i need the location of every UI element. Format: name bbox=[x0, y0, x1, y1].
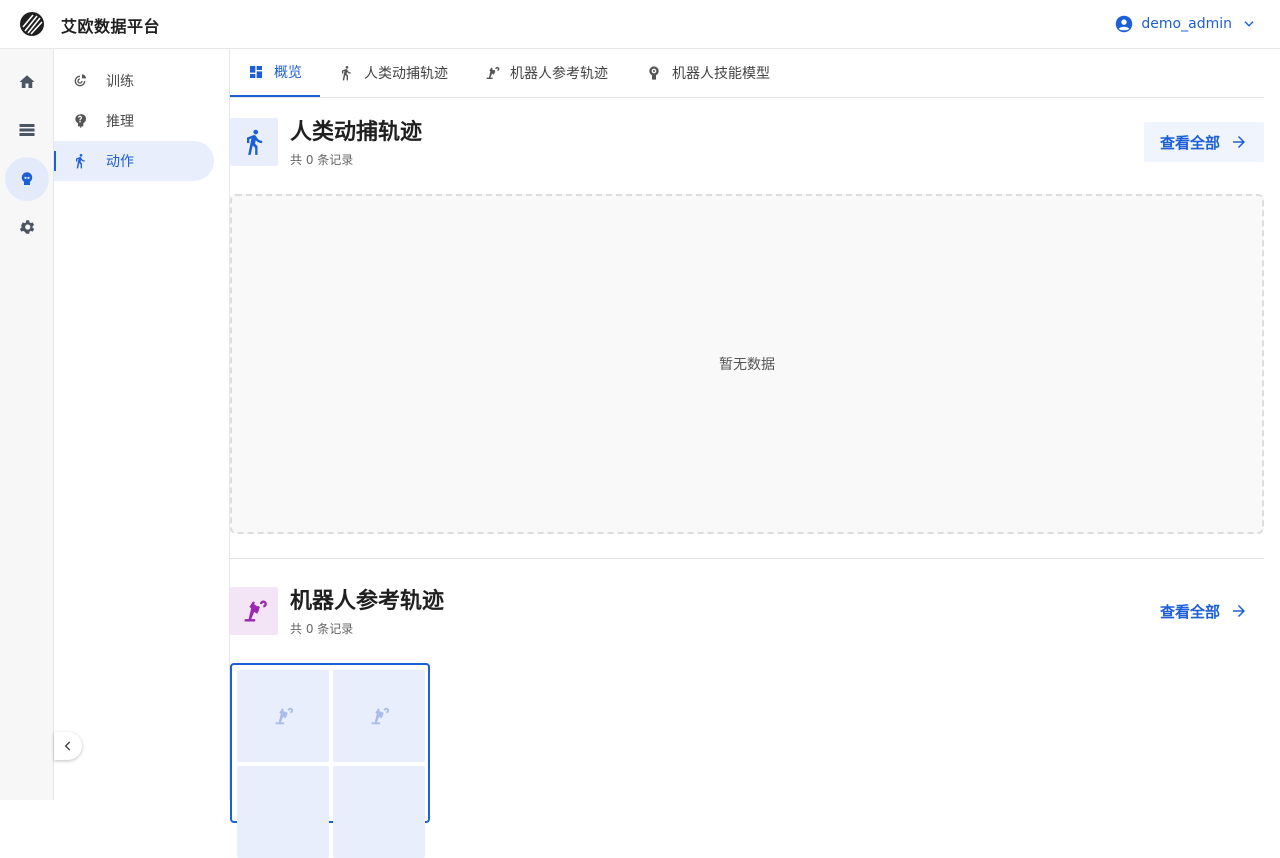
chevron-left-icon bbox=[64, 741, 71, 751]
tab-label: 机器人参考轨迹 bbox=[510, 66, 608, 82]
sub-item-inference[interactable]: 推理 bbox=[54, 101, 214, 141]
home-icon bbox=[19, 75, 35, 88]
top-bar: 艾欧数据平台 demo_admin bbox=[0, 0, 1280, 49]
sub-item-motion[interactable]: 动作 bbox=[54, 141, 214, 181]
tab-label: 概览 bbox=[274, 65, 302, 81]
robot-arm-icon bbox=[371, 707, 390, 725]
running-person-icon bbox=[342, 66, 351, 81]
view-all-button[interactable]: 查看全部 bbox=[1144, 591, 1264, 631]
tab-human-mocap[interactable]: 人类动捕轨迹 bbox=[320, 49, 466, 97]
card-thumbnail bbox=[237, 766, 329, 858]
tab-label: 人类动捕轨迹 bbox=[364, 66, 448, 82]
section-title: 人类动捕轨迹 bbox=[290, 120, 423, 145]
card-thumbnail bbox=[333, 670, 425, 762]
robot-arm-icon bbox=[486, 67, 500, 79]
sub-item-label: 动作 bbox=[106, 154, 134, 170]
record-count: 共 0 条记录 bbox=[290, 153, 354, 167]
robot-head-icon bbox=[21, 172, 33, 185]
user-name: demo_admin bbox=[1141, 16, 1232, 32]
nav-rail bbox=[0, 49, 54, 800]
sub-item-label: 训练 bbox=[106, 74, 134, 90]
tab-robot-skill-model[interactable]: 机器人技能模型 bbox=[628, 49, 788, 97]
gear-icon bbox=[19, 220, 35, 234]
card-thumbnail bbox=[237, 670, 329, 762]
view-all-label: 查看全部 bbox=[1159, 602, 1220, 621]
robot-arm-icon bbox=[275, 707, 294, 725]
tab-robot-reference[interactable]: 机器人参考轨迹 bbox=[466, 49, 626, 97]
skill-model-icon bbox=[649, 66, 659, 80]
running-person-icon bbox=[247, 129, 263, 155]
inference-icon bbox=[75, 114, 87, 128]
chevron-down-icon bbox=[1244, 21, 1254, 27]
app-title: 艾欧数据平台 bbox=[61, 17, 161, 36]
user-menu[interactable]: demo_admin bbox=[1115, 12, 1256, 36]
section-robot-reference: 机器人参考轨迹 共 0 条记录 查看全部 bbox=[230, 587, 1264, 636]
logo-icon bbox=[20, 12, 44, 36]
rail-item-home[interactable] bbox=[5, 60, 49, 104]
storage-icon bbox=[19, 124, 35, 136]
arrow-right-icon bbox=[1233, 605, 1245, 617]
dashboard-icon bbox=[250, 66, 262, 78]
rail-item-data[interactable] bbox=[5, 108, 49, 152]
section-title: 机器人参考轨迹 bbox=[290, 589, 445, 614]
section-divider bbox=[230, 558, 1264, 559]
tab-label: 机器人技能模型 bbox=[672, 66, 770, 82]
running-person-icon bbox=[76, 154, 85, 169]
rail-item-settings[interactable] bbox=[5, 205, 49, 249]
rail-item-robot[interactable] bbox=[5, 157, 49, 201]
record-count: 共 0 条记录 bbox=[290, 622, 354, 636]
section-icon-box bbox=[230, 587, 278, 635]
sub-item-training[interactable]: 训练 bbox=[54, 61, 214, 101]
sub-item-label: 推理 bbox=[106, 114, 134, 130]
section-icon-box bbox=[230, 118, 278, 166]
training-icon bbox=[74, 74, 86, 87]
sub-navigation: 训练 推理 动作 bbox=[54, 49, 230, 800]
tab-overview[interactable]: 概览 bbox=[230, 49, 320, 97]
tab-bar: 概览 人类动捕轨迹 机器人参考轨迹 机器人技能模型 bbox=[230, 49, 1264, 98]
arrow-right-icon bbox=[1233, 136, 1245, 148]
section-human-mocap: 人类动捕轨迹 共 0 条记录 查看全部 bbox=[230, 118, 1264, 167]
robot-arm-icon bbox=[244, 600, 267, 622]
robot-trajectory-card[interactable] bbox=[230, 663, 430, 858]
account-circle-icon bbox=[1116, 15, 1133, 33]
view-all-button[interactable]: 查看全部 bbox=[1143, 122, 1264, 162]
empty-message: 暂无数据 bbox=[719, 357, 775, 373]
empty-state: 暂无数据 bbox=[230, 194, 1264, 534]
view-all-label: 查看全部 bbox=[1159, 133, 1220, 152]
collapse-sidebar-button[interactable] bbox=[54, 732, 82, 760]
card-thumbnail bbox=[333, 766, 425, 858]
